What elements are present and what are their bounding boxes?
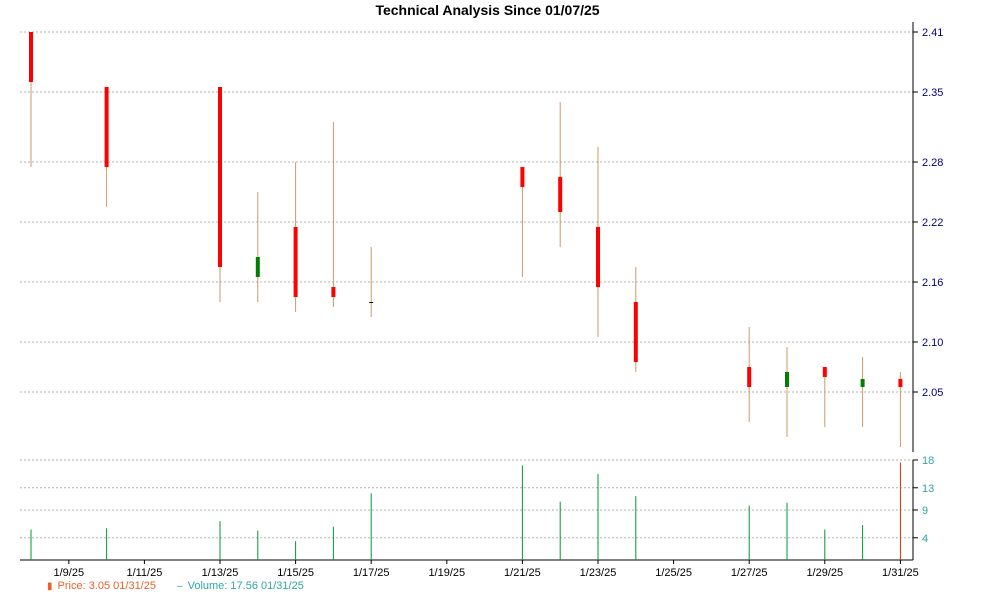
x-tick-label: 1/11/25 xyxy=(126,567,162,579)
candle-body xyxy=(29,32,33,82)
axes xyxy=(20,22,918,564)
price-tick-label: 2.05 xyxy=(922,387,943,399)
volume-tick-label: 13 xyxy=(922,483,934,495)
chart-canvas: 2.41 2.35 2.28 2.22 2.16 2.10 2.05 18 13 9 4 1/9/25… xyxy=(20,22,944,579)
x-tick-label: 1/15/25 xyxy=(277,567,314,579)
candle-body xyxy=(520,167,525,187)
candle-body xyxy=(898,379,903,387)
x-tick-label: 1/23/25 xyxy=(580,567,617,579)
x-tick-label: 1/29/25 xyxy=(806,567,843,579)
tick-labels: 2.41 2.35 2.28 2.22 2.16 2.10 2.05 18 13 9 4 1/9/25… xyxy=(54,27,944,579)
price-tick-label: 2.22 xyxy=(922,217,943,229)
x-tick-label: 1/21/25 xyxy=(504,567,541,579)
price-tick-label: 2.28 xyxy=(922,157,943,169)
price-tick-label: 2.16 xyxy=(922,277,943,289)
candle-body xyxy=(596,227,600,287)
candle-body xyxy=(633,302,638,362)
x-tick-label: 1/25/25 xyxy=(655,567,692,579)
candle-body xyxy=(558,177,563,212)
candle-body xyxy=(293,227,298,297)
volume-tick-label: 4 xyxy=(922,533,928,545)
x-tick-label: 1/17/25 xyxy=(353,567,390,579)
x-tick-label: 1/9/25 xyxy=(54,567,85,579)
volume-tick-label: 18 xyxy=(922,455,934,467)
legend-item-volume: – Volume: 17.56 01/31/25 xyxy=(177,580,304,592)
candlestick-series xyxy=(29,32,903,447)
volume-legend-icon: – xyxy=(177,581,183,592)
price-tick-label: 2.35 xyxy=(922,87,943,99)
candle-body xyxy=(822,367,827,377)
grid-lines xyxy=(20,31,913,539)
price-tick-label: 2.41 xyxy=(922,27,943,39)
candle-body xyxy=(747,367,752,387)
legend: ▮ Price: 3.05 01/31/25 – Volume: 17.56 01/… xyxy=(47,580,322,592)
x-tick-label: 1/13/25 xyxy=(202,567,239,579)
x-tick-label: 1/19/25 xyxy=(428,567,465,579)
price-legend-icon: ▮ xyxy=(47,581,53,592)
candle-body xyxy=(860,379,865,387)
candle-body xyxy=(218,87,222,267)
candle-body xyxy=(331,287,336,297)
volume-tick-label: 9 xyxy=(922,505,928,517)
candle-body xyxy=(104,87,109,167)
x-tick-label: 1/27/25 xyxy=(731,567,768,579)
legend-volume-label: Volume: 17.56 01/31/25 xyxy=(187,580,304,592)
candle-body xyxy=(369,302,374,303)
legend-item-price: ▮ Price: 3.05 01/31/25 xyxy=(47,580,156,592)
x-tick-label: 1/31/25 xyxy=(882,567,919,579)
price-tick-label: 2.10 xyxy=(922,337,943,349)
volume-series xyxy=(30,462,901,560)
candle-body xyxy=(785,372,789,387)
legend-price-label: Price: 3.05 01/31/25 xyxy=(57,580,156,592)
candle-body xyxy=(255,257,260,277)
